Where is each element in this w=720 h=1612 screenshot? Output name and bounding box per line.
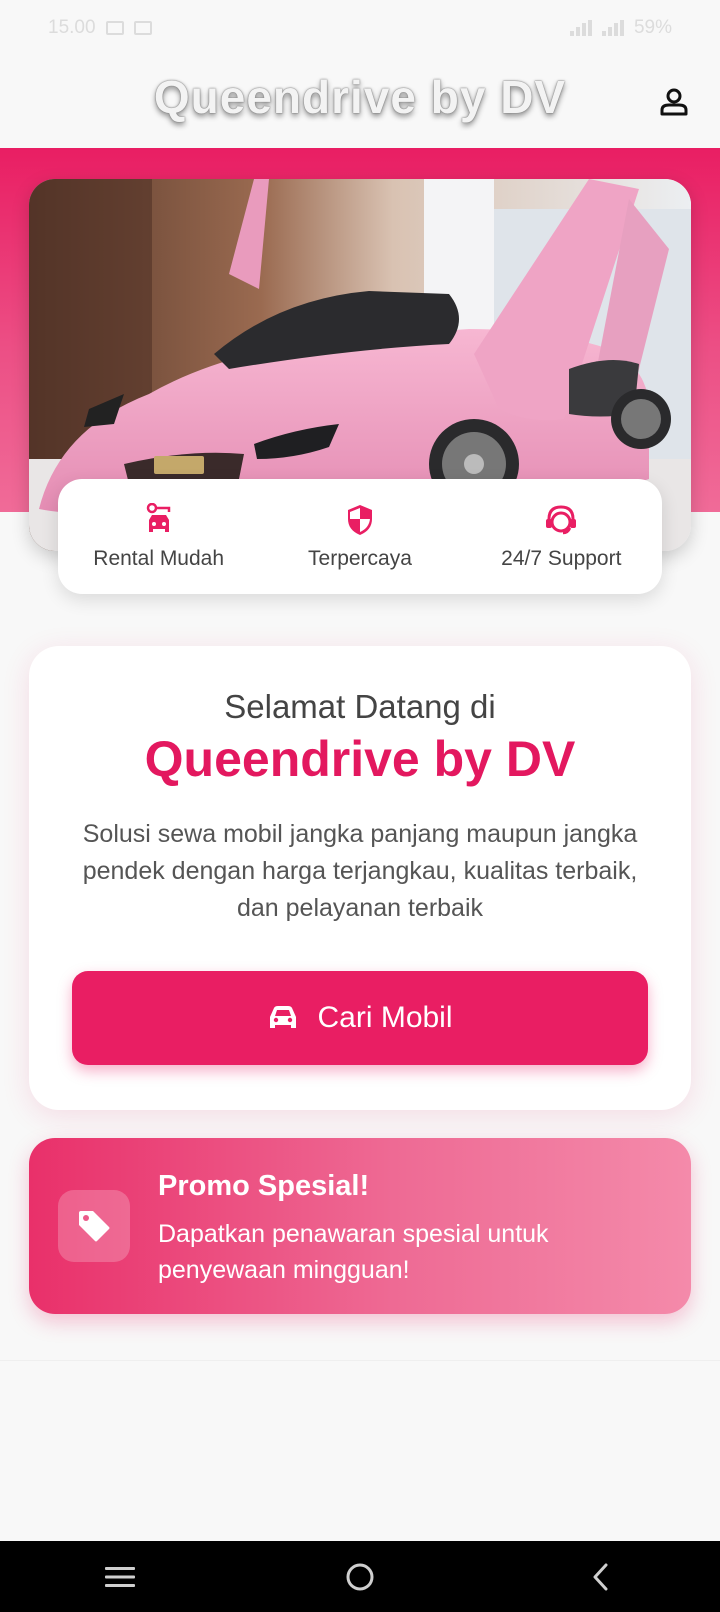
search-car-button[interactable]: Cari Mobil [72,971,648,1065]
nav-home-button[interactable] [330,1547,390,1607]
status-right: 59% [569,17,672,39]
tag-icon [79,1211,110,1242]
promo-card[interactable]: Promo Spesial! Dapatkan penawaran spesia… [29,1138,691,1314]
welcome-card: Selamat Datang di Queendrive by DV Solus… [29,646,691,1110]
status-time: 15.00 [48,17,96,38]
feature-terpercaya: Terpercaya [265,503,455,571]
back-icon [593,1563,608,1590]
car-key-icon [146,502,170,532]
signal-icon [569,20,592,36]
promo-title: Promo Spesial! [158,1170,370,1202]
headset-icon [546,504,577,534]
app-title: Queendrive by DV [153,71,567,123]
welcome-description: Solusi sewa mobil jangka panjang maupun … [82,820,638,922]
feature-strip: Rental Mudah Terpercaya 24/7 Support [58,479,662,594]
feature-label: 24/7 Support [501,546,622,570]
profile-button[interactable] [656,84,692,120]
status-bar: 15.00 59% [0,0,720,56]
welcome-heading: Selamat Datang di [224,688,496,725]
feature-rental-mudah: Rental Mudah [64,502,254,571]
home-icon [346,1563,374,1590]
shield-icon [347,504,372,535]
search-car-label: Cari Mobil [317,1001,453,1034]
feature-label: Terpercaya [308,546,412,570]
nav-recent-button[interactable] [90,1547,150,1607]
welcome-brand: Queendrive by DV [144,731,576,787]
battery-level: 59% [633,17,672,38]
nav-back-button[interactable] [570,1547,630,1607]
mail-notification-icon-2 [133,21,152,35]
system-nav-bar [0,1541,720,1612]
feature-label: Rental Mudah [93,546,225,570]
promo-text: Dapatkan penawaran spesial untuk penyewa… [158,1220,549,1284]
app-bar: Queendrive by DV [0,56,720,148]
signal-icon-2 [601,20,624,36]
promo-icon-box [58,1190,130,1262]
feature-support: 24/7 Support [466,503,656,571]
person-icon [660,88,688,116]
status-left: 15.00 [48,17,152,39]
menu-icon [105,1566,135,1587]
content-divider [0,1360,720,1361]
mail-notification-icon [105,21,124,35]
car-icon [270,1006,297,1028]
